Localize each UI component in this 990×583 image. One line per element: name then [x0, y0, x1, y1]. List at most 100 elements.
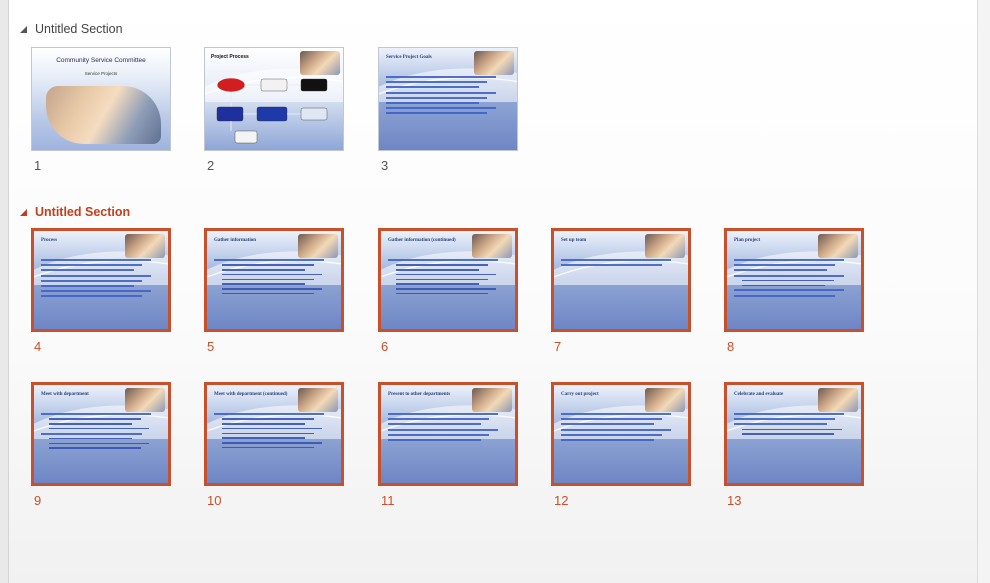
slide-title-text: Service Project Goals	[386, 55, 432, 60]
slide-thumbnail[interactable]: Gather information (continued) 6	[378, 228, 518, 357]
slide-thumbnail-image: Present to other departments	[378, 382, 518, 486]
process-box	[300, 107, 328, 121]
bullet-line	[734, 289, 844, 292]
section-header[interactable]: Untitled Section	[20, 205, 130, 219]
bullet-list	[41, 259, 163, 301]
bullet-line	[386, 112, 488, 115]
bullet-line	[388, 418, 490, 421]
bullet-line	[222, 292, 314, 295]
collapse-arrow-icon	[20, 208, 27, 216]
slide-thumbnail-image: Project Process	[204, 47, 344, 151]
slide-title-text: Celebrate and evaluate	[734, 392, 784, 397]
slide-number: 8	[727, 339, 735, 354]
slide-thumbnail-image: Meet with department	[31, 382, 171, 486]
bullet-list	[41, 413, 163, 452]
slide-thumbnail-image: Gather information	[204, 228, 344, 332]
slide-thumbnail-image: Carry out project	[551, 382, 691, 486]
bullet-line	[222, 422, 305, 425]
slide-thumbnail[interactable]: Celebrate and evaluate 13	[724, 382, 864, 511]
slide-number: 1	[34, 158, 42, 173]
bullet-line	[222, 442, 323, 444]
bullet-list	[561, 259, 683, 269]
section-header[interactable]: Untitled Section	[20, 22, 123, 36]
slide-thumbnail-image: Meet with department (continued)	[204, 382, 344, 486]
bullet-line	[41, 284, 134, 287]
bullet-line	[386, 76, 496, 78]
bullet-line	[41, 274, 151, 277]
slide-title-text: Plan project	[734, 238, 761, 243]
process-diagram	[216, 77, 328, 144]
bullet-line	[734, 274, 844, 277]
slide-thumbnail[interactable]: Service Project Goals 3	[378, 47, 518, 176]
slide-thumbnail[interactable]: Plan project 8	[724, 228, 864, 357]
slide-thumbnail[interactable]: Meet with department (continued) 10	[204, 382, 344, 511]
bullet-line	[49, 437, 132, 440]
slide-thumbnail[interactable]: Community Service Committee Service Proje…	[31, 47, 171, 176]
bullet-line	[388, 428, 498, 431]
slide-thumbnail[interactable]: Meet with department 9	[31, 382, 171, 511]
corner-photo	[818, 234, 858, 258]
corner-photo	[298, 388, 338, 412]
slide-thumbnail[interactable]: Gather information 5	[204, 228, 344, 357]
slide-thumbnail[interactable]: Present to other departments 11	[378, 382, 518, 511]
bullet-line	[41, 269, 134, 272]
slide-number: 2	[207, 158, 215, 173]
bullet-line	[49, 447, 141, 449]
bullet-line	[561, 428, 671, 431]
bullet-line	[222, 288, 323, 290]
slide-thumbnail[interactable]: Process 4	[31, 228, 171, 357]
bullet-line	[222, 427, 323, 430]
bullet-line	[396, 278, 488, 281]
slide-subtitle-text: Service Projects	[84, 71, 118, 76]
bullet-line	[388, 423, 481, 426]
process-box	[300, 78, 328, 92]
slide-title-text: Community Service Committee	[56, 57, 146, 64]
slide-title-text: Project Process	[211, 54, 249, 60]
bullet-line	[222, 437, 305, 439]
bullet-line	[742, 279, 834, 282]
bullet-line	[734, 264, 836, 267]
bullet-line	[222, 418, 314, 420]
bullet-list	[386, 76, 508, 118]
bullet-line	[41, 259, 151, 261]
bullet-line	[561, 259, 671, 261]
bullet-list	[214, 413, 336, 452]
bullet-line	[222, 283, 305, 285]
bullet-line	[214, 259, 324, 261]
bullet-line	[222, 432, 314, 435]
scrollbar[interactable]	[977, 0, 990, 583]
bullet-line	[222, 446, 314, 449]
bullet-line	[734, 423, 827, 426]
bullet-line	[49, 418, 141, 420]
slide-number: 7	[554, 339, 562, 354]
corner-photo	[472, 388, 512, 412]
slide-thumbnail[interactable]: Project Process 2	[204, 47, 344, 176]
slide-number: 10	[207, 493, 222, 508]
bullet-line	[222, 273, 323, 276]
bullet-line	[396, 268, 479, 271]
bullet-line	[41, 264, 143, 267]
bullet-line	[386, 81, 488, 84]
bullet-list	[734, 413, 856, 438]
bullet-line	[386, 101, 479, 104]
photo-image	[46, 86, 161, 144]
bullet-line	[222, 268, 305, 271]
bullet-line	[41, 279, 143, 282]
bullet-list	[214, 259, 336, 298]
slide-thumbnail-image: Gather information (continued)	[378, 228, 518, 332]
slide-thumbnail[interactable]: Carry out project 12	[551, 382, 691, 511]
bullet-line	[561, 433, 663, 436]
bullet-line	[734, 269, 827, 272]
slide-number: 12	[554, 493, 569, 508]
slide-thumbnail-image: Service Project Goals	[378, 47, 518, 151]
bullet-line	[734, 418, 836, 421]
slide-thumbnail[interactable]: Set up team 7	[551, 228, 691, 357]
corner-photo	[125, 234, 165, 258]
bullet-line	[742, 284, 825, 287]
bullet-line	[396, 292, 488, 295]
bullet-line	[396, 288, 497, 290]
bullet-line	[561, 413, 671, 415]
slide-number: 3	[381, 158, 389, 173]
corner-photo	[472, 234, 512, 258]
bullet-list	[734, 259, 856, 300]
